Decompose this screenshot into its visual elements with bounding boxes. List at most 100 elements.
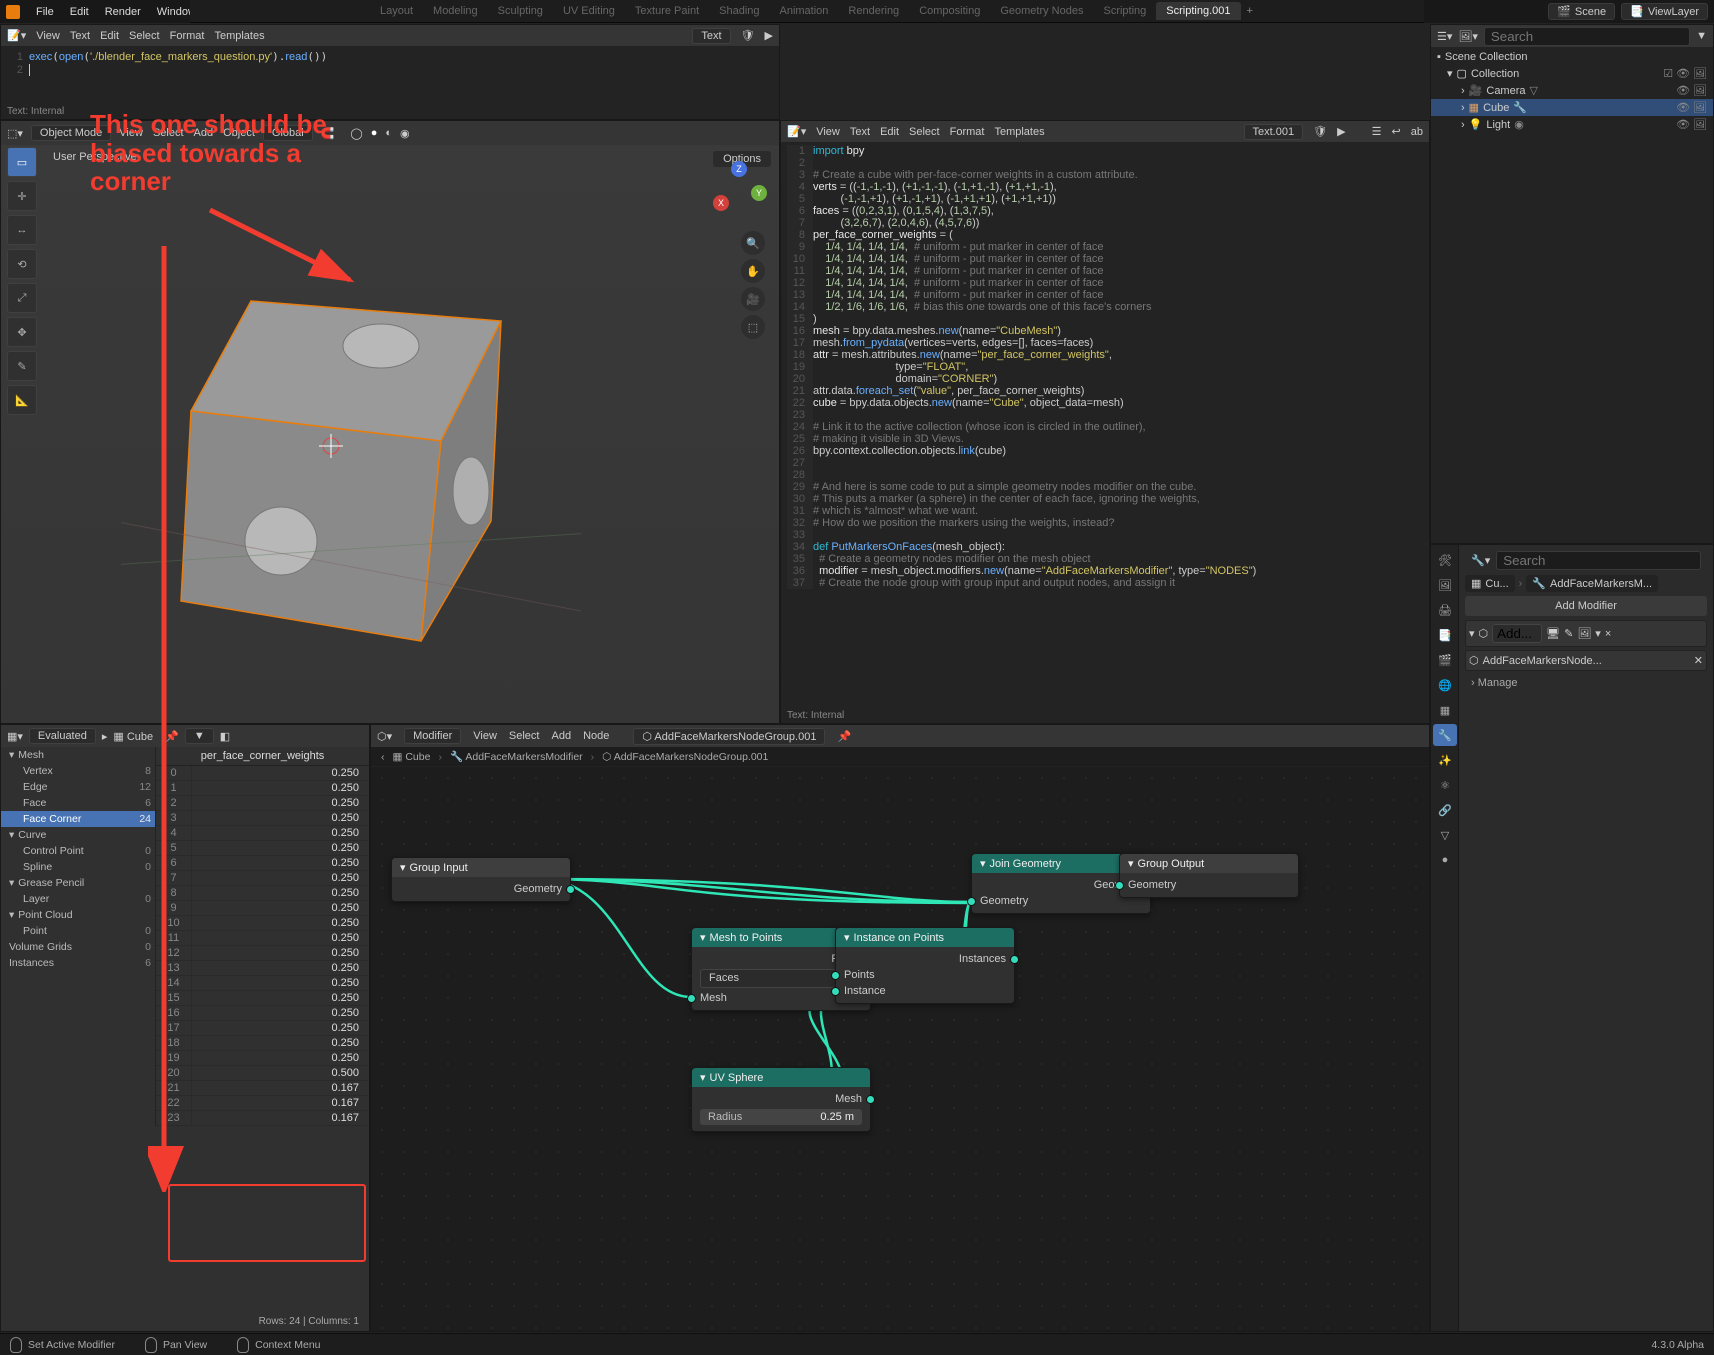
editor-icon[interactable]: ⬚▾: [7, 127, 23, 140]
table-row[interactable]: 60.250: [156, 856, 369, 871]
tree-item[interactable]: Edge12: [1, 779, 155, 795]
context-pill[interactable]: Modifier: [404, 728, 461, 744]
tab-modifier[interactable]: 🔧: [1433, 724, 1457, 746]
tool-annotate[interactable]: ✎: [7, 351, 37, 381]
menu-item[interactable]: Format: [170, 30, 205, 42]
editor-icon[interactable]: 📝▾: [7, 29, 26, 42]
breadcrumb-item[interactable]: ⬡ AddFaceMarkersNodeGroup.001: [602, 751, 768, 763]
properties-search-input[interactable]: [1496, 551, 1701, 570]
mod-toggle-realtime-icon[interactable]: 🖥: [1546, 627, 1560, 640]
word-wrap-icon[interactable]: ↩: [1392, 125, 1401, 138]
nodegroup-selector[interactable]: ⬡ AddFaceMarkersNodeGroup.001: [633, 728, 825, 745]
eye-icon[interactable]: 👁: [1676, 67, 1690, 80]
tree-item[interactable]: ▾ Curve: [1, 827, 155, 843]
menu-item[interactable]: Templates: [994, 126, 1044, 138]
tree-item[interactable]: ▾ Point Cloud: [1, 907, 155, 923]
workspace-tab[interactable]: UV Editing: [553, 2, 625, 20]
display-mode-icon[interactable]: 🖼▾: [1458, 30, 1478, 43]
render-icon[interactable]: 🖼: [1693, 84, 1707, 97]
menu-item[interactable]: Text: [850, 126, 870, 138]
eye-icon[interactable]: 👁: [1676, 118, 1690, 131]
menu-item[interactable]: Select: [153, 127, 184, 139]
table-row[interactable]: 110.250: [156, 931, 369, 946]
nodegroup-field[interactable]: ⬡ AddFaceMarkersNode... ✕: [1465, 650, 1707, 671]
modifier-name-input[interactable]: [1492, 624, 1542, 643]
menu-item[interactable]: Select: [909, 126, 940, 138]
workspace-tab[interactable]: Texture Paint: [625, 2, 709, 20]
table-row[interactable]: 170.250: [156, 1021, 369, 1036]
workspace-tab[interactable]: Rendering: [838, 2, 909, 20]
outliner-item[interactable]: ›▦Cube 🔧👁🖼: [1431, 99, 1713, 116]
menu-item[interactable]: Add: [551, 730, 571, 742]
table-row[interactable]: 220.167: [156, 1096, 369, 1111]
modifier-panel[interactable]: ▾⬡ 🖥 ✎ 🖼 ▾ ×: [1465, 620, 1707, 647]
pin-icon[interactable]: 📌: [165, 730, 179, 743]
syntax-hl-icon[interactable]: ab: [1411, 126, 1423, 138]
tab-object[interactable]: ▦: [1433, 699, 1457, 721]
tab-data[interactable]: ▽: [1433, 824, 1457, 846]
table-row[interactable]: 30.250: [156, 811, 369, 826]
workspace-tab[interactable]: Shading: [709, 2, 769, 20]
menu-item[interactable]: Edit: [880, 126, 899, 138]
render-icon[interactable]: 🖼: [1693, 101, 1707, 114]
mod-extra-icon[interactable]: ▾: [1595, 627, 1601, 640]
tool-scale[interactable]: ⤢: [7, 283, 37, 313]
tree-item[interactable]: Vertex8: [1, 763, 155, 779]
tool-cursor[interactable]: ✛: [7, 181, 37, 211]
tool-measure[interactable]: 📐: [7, 385, 37, 415]
menu-item[interactable]: View: [816, 126, 840, 138]
outliner-search-input[interactable]: [1484, 27, 1690, 46]
workspace-tab-active[interactable]: Scripting.001: [1156, 2, 1240, 20]
text-body[interactable]: 1exec(open('./blender_face_markers_quest…: [1, 47, 779, 79]
tab-particles[interactable]: ✨: [1433, 749, 1457, 771]
tool-move[interactable]: ↔: [7, 215, 37, 245]
table-row[interactable]: 130.250: [156, 961, 369, 976]
table-row[interactable]: 200.500: [156, 1066, 369, 1081]
node-group-input[interactable]: ▾Group Input Geometry: [391, 857, 571, 902]
table-row[interactable]: 70.250: [156, 871, 369, 886]
workspace-add-button[interactable]: +: [1241, 5, 1259, 17]
pin-icon[interactable]: 📌: [837, 730, 851, 743]
shading-rendered-icon[interactable]: ◉: [400, 127, 410, 140]
render-icon[interactable]: 🖼: [1693, 118, 1707, 131]
line-numbers-icon[interactable]: ☰: [1372, 125, 1382, 138]
tree-item[interactable]: Spline0: [1, 859, 155, 875]
table-row[interactable]: 150.250: [156, 991, 369, 1006]
node-uv-sphere[interactable]: ▾UV Sphere Mesh Radius 0.25 m: [691, 1067, 871, 1132]
mode-selector[interactable]: Object Mode: [31, 125, 111, 141]
shading-wireframe-icon[interactable]: ◯: [350, 127, 362, 140]
axis-x-icon[interactable]: X: [713, 195, 729, 211]
table-row[interactable]: 10.250: [156, 781, 369, 796]
editor-icon[interactable]: 📝▾: [787, 125, 806, 138]
workspace-tab[interactable]: Geometry Nodes: [990, 2, 1093, 20]
tab-material[interactable]: ●: [1433, 849, 1457, 871]
menu-edit[interactable]: Edit: [62, 4, 97, 20]
table-row[interactable]: 80.250: [156, 886, 369, 901]
menu-item[interactable]: Add: [194, 127, 214, 139]
menu-item[interactable]: Select: [509, 730, 540, 742]
modifier-chip[interactable]: 🔧 AddFaceMarkersM...: [1526, 575, 1658, 592]
outliner-item[interactable]: ›💡Light ◉👁🖼: [1431, 116, 1713, 133]
menu-render[interactable]: Render: [97, 4, 149, 20]
editor-icon[interactable]: ⬡▾: [377, 730, 392, 743]
menu-item[interactable]: Object: [223, 127, 255, 139]
manage-row[interactable]: › Manage: [1465, 674, 1707, 692]
mod-toggle-render-icon[interactable]: 🖼: [1577, 627, 1591, 640]
tab-viewlayer[interactable]: 📑: [1433, 624, 1457, 646]
table-row[interactable]: 160.250: [156, 1006, 369, 1021]
outliner-root[interactable]: ▪Scene Collection: [1431, 49, 1713, 65]
object-chip[interactable]: ▦ Cu...: [1465, 575, 1515, 592]
tree-item[interactable]: Face Corner24: [1, 811, 155, 827]
table-row[interactable]: 210.167: [156, 1081, 369, 1096]
menu-item[interactable]: View: [473, 730, 497, 742]
sidebar-toggle-icon[interactable]: ◧: [220, 730, 230, 743]
tool-select-box[interactable]: ▭: [7, 147, 37, 177]
table-row[interactable]: 140.250: [156, 976, 369, 991]
add-modifier-button[interactable]: Add Modifier: [1465, 596, 1707, 616]
tree-item[interactable]: ▾ Mesh: [1, 747, 155, 763]
table-row[interactable]: 230.167: [156, 1111, 369, 1126]
pan-icon[interactable]: ✋: [741, 259, 765, 283]
tree-item[interactable]: Point0: [1, 923, 155, 939]
data-stage[interactable]: Evaluated: [29, 728, 96, 744]
tab-constraints[interactable]: 🔗: [1433, 799, 1457, 821]
